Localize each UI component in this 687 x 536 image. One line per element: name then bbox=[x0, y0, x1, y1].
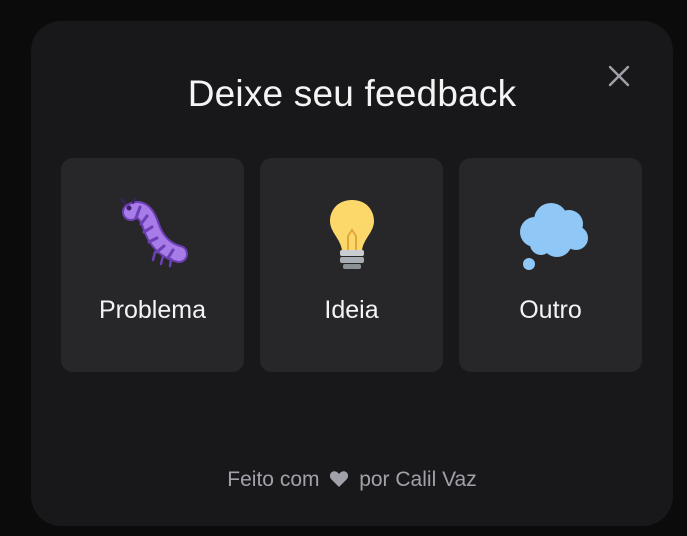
close-icon bbox=[608, 65, 630, 87]
option-label: Problema bbox=[99, 296, 206, 324]
feedback-widget: Deixe seu feedback Problema Ideia Outro … bbox=[31, 21, 673, 526]
footer-credit: Feito com por Calil Vaz bbox=[31, 468, 673, 492]
heart-icon bbox=[330, 471, 349, 487]
close-button[interactable] bbox=[605, 62, 633, 90]
widget-title: Deixe seu feedback bbox=[187, 73, 517, 114]
option-problema-button[interactable]: Problema bbox=[61, 158, 244, 372]
footer-suffix: por bbox=[359, 468, 390, 491]
lightbulb-icon bbox=[329, 200, 374, 269]
option-label: Outro bbox=[519, 296, 582, 324]
author-link[interactable]: Calil Vaz bbox=[395, 468, 476, 491]
option-outro-button[interactable]: Outro bbox=[459, 158, 642, 372]
footer-prefix: Feito com bbox=[227, 468, 320, 491]
thought-balloon-icon bbox=[519, 203, 588, 270]
bug-caterpillar-icon bbox=[120, 197, 188, 268]
option-ideia-button[interactable]: Ideia bbox=[260, 158, 443, 372]
option-label: Ideia bbox=[324, 296, 379, 324]
